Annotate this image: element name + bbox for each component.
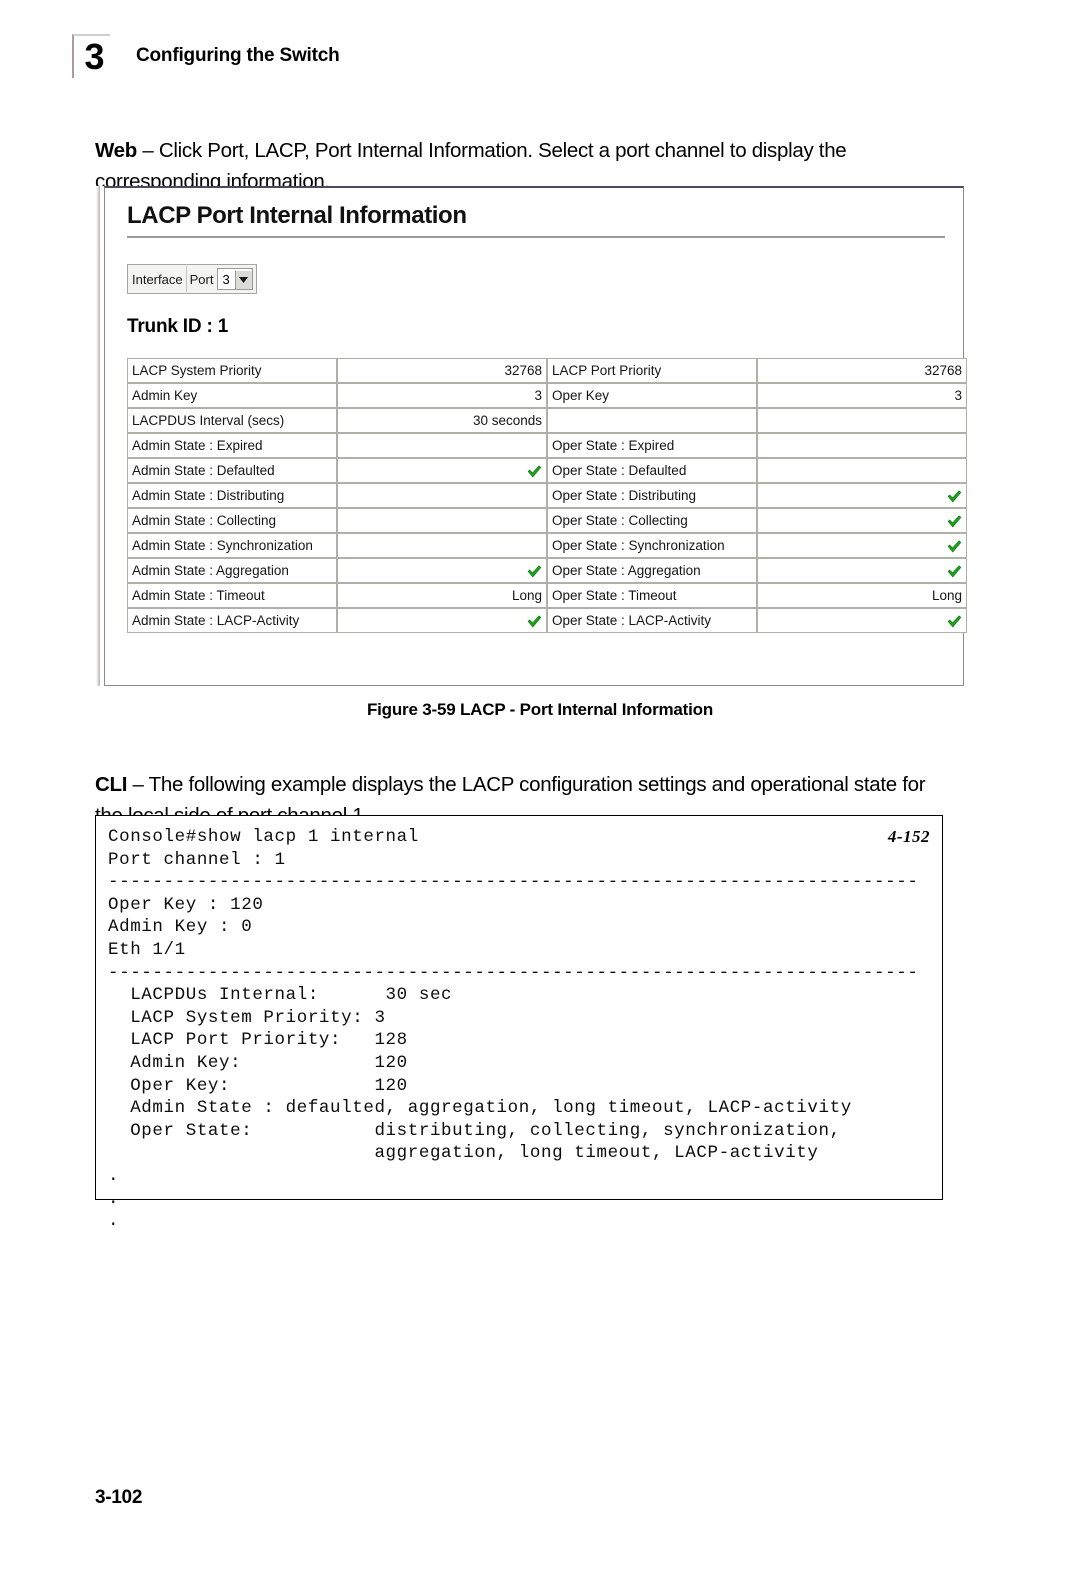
table-row: Admin State : Aggregation Oper State : Ag…: [127, 558, 967, 583]
admin-state-value-cell: 30 seconds: [337, 408, 547, 433]
figure-caption: Figure 3-59 LACP - Port Internal Informa…: [366, 700, 714, 719]
admin-state-value-cell: [337, 483, 547, 508]
screenshot-left-edge: [96, 186, 100, 686]
port-dropdown-value: 3: [222, 271, 230, 287]
chapter-header: 3 Configuring the Switch: [72, 34, 340, 78]
chevron-down-icon[interactable]: [234, 269, 252, 289]
admin-state-label-cell: Admin State : LACP-Activity: [127, 608, 337, 633]
trunk-id-label: Trunk ID : 1: [127, 316, 229, 337]
admin-state-value-cell: [337, 558, 547, 583]
oper-state-value-cell: [757, 433, 967, 458]
oper-state-label-cell: Oper State : Distributing: [547, 483, 757, 508]
table-row: Admin Key 3 Oper Key 3: [127, 383, 967, 408]
table-row: Admin State : Distributing Oper State : D…: [127, 483, 967, 508]
admin-state-value-cell: Long: [337, 583, 547, 608]
table-row: Admin State : Synchronization Oper State …: [127, 533, 967, 558]
checkmark-icon: [947, 615, 962, 628]
checkmark-icon: [947, 490, 962, 503]
cli-console-block: Console#show lacp 1 internal Port channe…: [95, 815, 943, 1231]
admin-state-value-cell: [337, 508, 547, 533]
chapter-number-box: 3: [72, 34, 110, 78]
admin-state-value-cell: [337, 458, 547, 483]
table-row: Admin State : Timeout Long Oper State : Ti…: [127, 583, 967, 608]
admin-state-label-cell: Admin State : Defaulted: [127, 458, 337, 483]
admin-state-value-cell: [337, 533, 547, 558]
cli-console-text: Console#show lacp 1 internal Port channe…: [108, 827, 919, 1232]
web-paragraph-body: – Click Port, LACP, Port Internal Inform…: [95, 138, 847, 193]
oper-state-value-cell: [757, 533, 967, 558]
oper-state-value-cell: 3: [757, 383, 967, 408]
lacp-internal-info-table: LACP System Priority 32768 LACP Port Prior…: [127, 358, 967, 633]
admin-state-value-cell: 3: [337, 383, 547, 408]
admin-state-value-cell: [337, 608, 547, 633]
oper-state-label-cell: Oper State : Synchronization: [547, 533, 757, 558]
interface-selector[interactable]: Interface Port 3: [127, 264, 257, 294]
port-dropdown[interactable]: 3: [217, 268, 253, 290]
oper-state-value-cell: Long: [757, 583, 967, 608]
checkmark-icon: [527, 465, 542, 478]
checkmark-icon: [527, 615, 542, 628]
interface-label: Interface: [129, 266, 187, 292]
oper-state-value-cell: [757, 408, 967, 433]
oper-state-label-cell: Oper State : Timeout: [547, 583, 757, 608]
lacp-port-internal-information-screenshot: LACP Port Internal Information Interface…: [96, 186, 967, 686]
checkmark-icon: [527, 565, 542, 578]
table-row: Admin State : Defaulted Oper State : Defa…: [127, 458, 967, 483]
admin-state-label-cell: Admin State : Distributing: [127, 483, 337, 508]
oper-state-value-cell: [757, 483, 967, 508]
oper-state-value-cell: [757, 608, 967, 633]
admin-state-value-cell: 32768: [337, 358, 547, 383]
admin-state-label-cell: Admin State : Synchronization: [127, 533, 337, 558]
oper-state-label-cell: Oper State : Collecting: [547, 508, 757, 533]
chapter-number: 3: [84, 36, 104, 77]
screenshot-frame: LACP Port Internal Information Interface…: [104, 186, 967, 686]
table-row: Admin State : Collecting Oper State : Col…: [127, 508, 967, 533]
admin-state-value-cell: [337, 433, 547, 458]
admin-state-label-cell: LACP System Priority: [127, 358, 337, 383]
panel-title: LACP Port Internal Information: [127, 202, 467, 229]
web-lead-label: Web: [95, 138, 138, 162]
cli-command-reference: 4-152: [887, 827, 930, 846]
admin-state-label-cell: Admin Key: [127, 383, 337, 408]
oper-state-value-cell: [757, 458, 967, 483]
cli-lead-label: CLI: [95, 772, 128, 796]
oper-state-label-cell: Oper State : Expired: [547, 433, 757, 458]
oper-state-value-cell: [757, 558, 967, 583]
oper-state-label-cell: [547, 408, 757, 433]
checkmark-icon: [947, 515, 962, 528]
checkmark-icon: [947, 540, 962, 553]
chapter-title: Configuring the Switch: [136, 45, 340, 66]
checkmark-icon: [947, 565, 962, 578]
page-number: 3-102: [95, 1487, 143, 1508]
oper-state-label-cell: Oper State : Aggregation: [547, 558, 757, 583]
table-row: LACP System Priority 32768 LACP Port Prior…: [127, 358, 967, 383]
oper-state-label-cell: Oper State : Defaulted: [547, 458, 757, 483]
oper-state-label-cell: Oper Key: [547, 383, 757, 408]
table-row: LACPDUS Interval (secs) 30 seconds: [127, 408, 967, 433]
table-row: Admin State : LACP-Activity Oper State : …: [127, 608, 967, 633]
panel-title-divider: [127, 236, 945, 238]
oper-state-label-cell: LACP Port Priority: [547, 358, 757, 383]
table-row: Admin State : Expired Oper State : Expire…: [127, 433, 967, 458]
oper-state-value-cell: 32768: [757, 358, 967, 383]
admin-state-label-cell: Admin State : Timeout: [127, 583, 337, 608]
admin-state-label-cell: Admin State : Aggregation: [127, 558, 337, 583]
admin-state-label-cell: Admin State : Collecting: [127, 508, 337, 533]
interface-port-label: Port: [189, 271, 214, 287]
oper-state-label-cell: Oper State : LACP-Activity: [547, 608, 757, 633]
admin-state-label-cell: Admin State : Expired: [127, 433, 337, 458]
oper-state-value-cell: [757, 508, 967, 533]
admin-state-label-cell: LACPDUS Interval (secs): [127, 408, 337, 433]
